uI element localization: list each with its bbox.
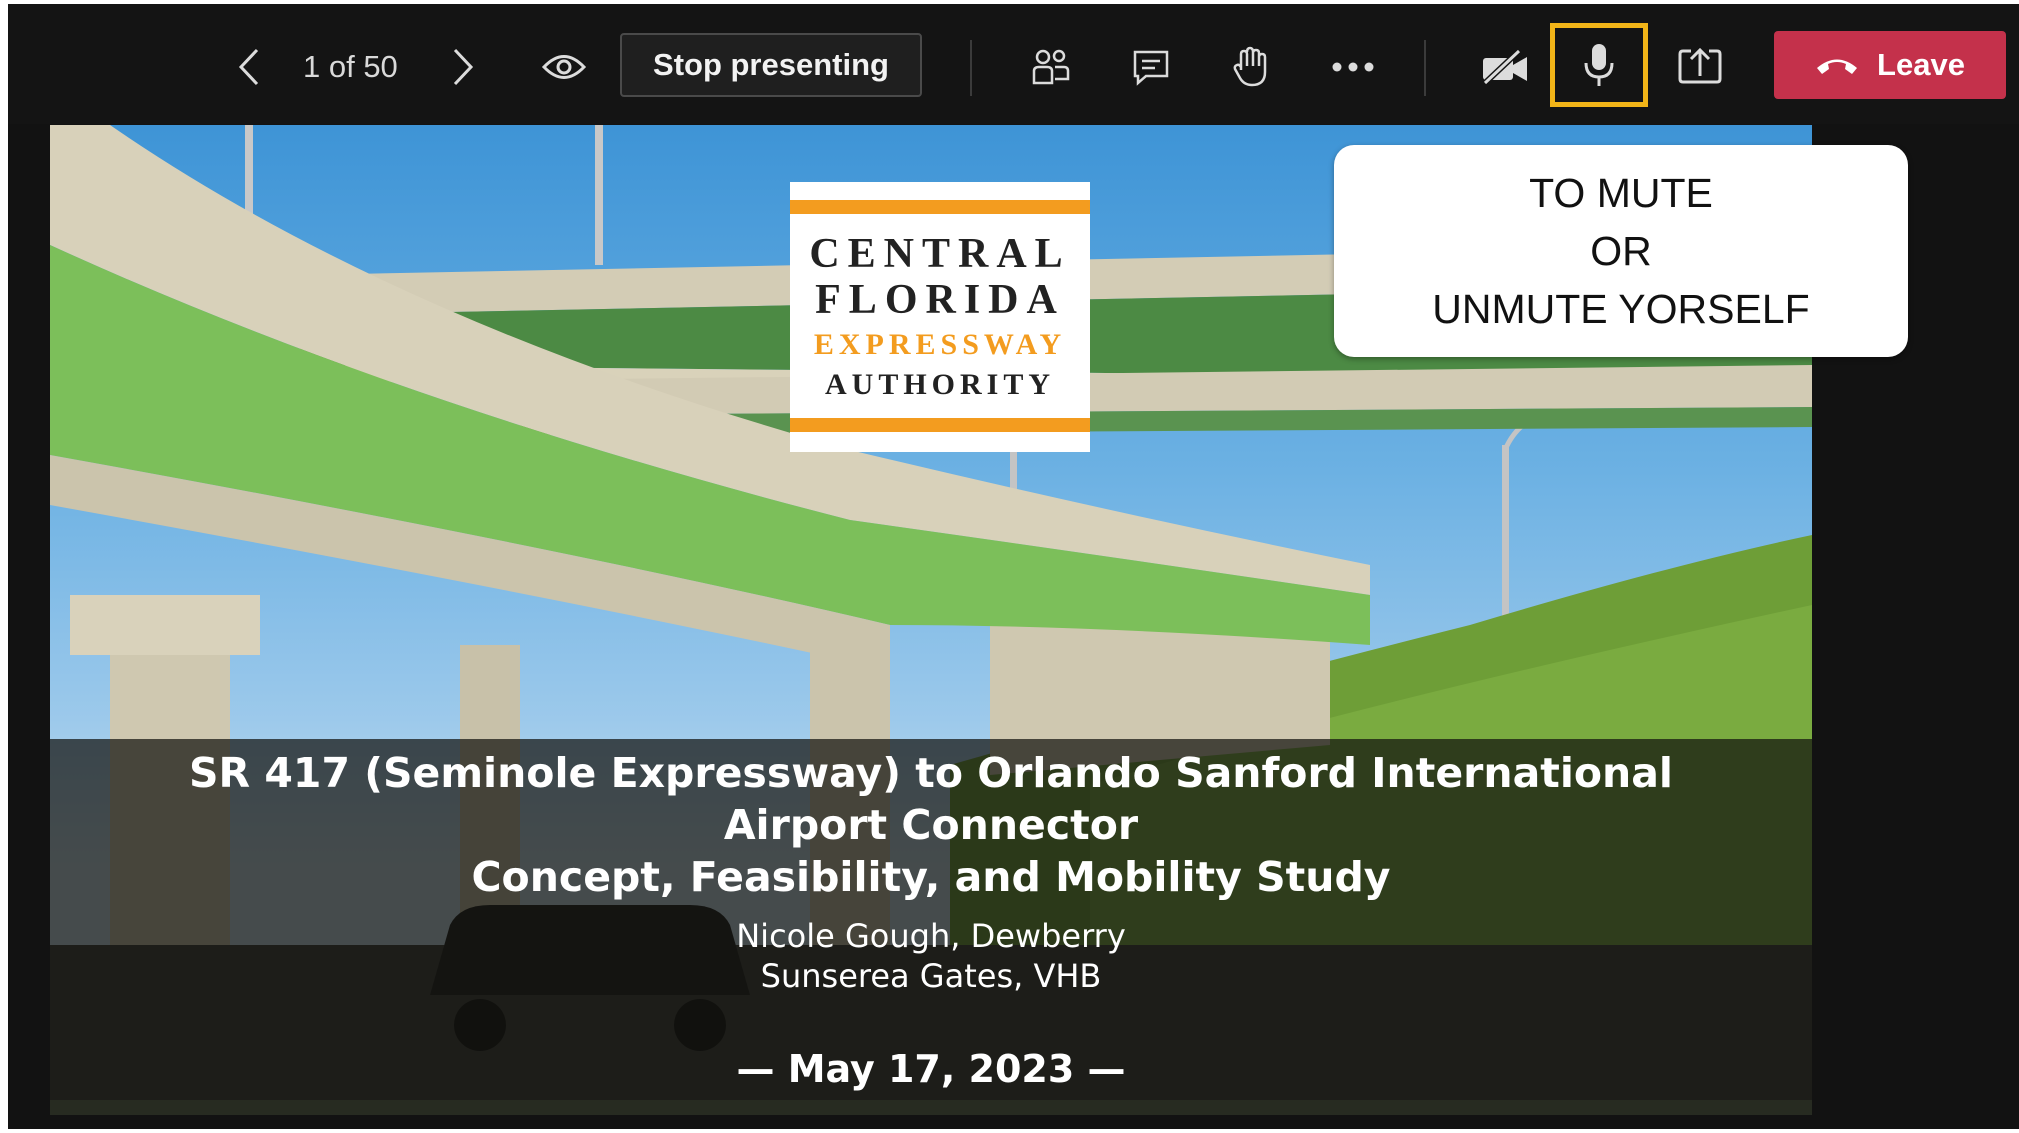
callout-line-2: OR (1590, 228, 1652, 274)
cfx-logo: CENTRAL FLORIDA EXPRESSWAY AUTHORITY (790, 182, 1090, 452)
slide-counter: 1 of 50 (303, 49, 398, 84)
logo-line-4: AUTHORITY (824, 368, 1056, 401)
raise-hand-button[interactable] (1226, 40, 1276, 92)
microphone-icon (1584, 44, 1614, 86)
logo-line-1: CENTRAL (809, 231, 1071, 277)
title-overlay: SR 417 (Seminole Expressway) to Orlando … (50, 739, 1812, 1115)
presenter-name-2: Sunserea Gates, VHB (760, 957, 1102, 995)
chevron-left-icon (238, 48, 259, 86)
share-tray-icon (1678, 47, 1722, 84)
microphone-toggle-button[interactable] (1570, 38, 1628, 92)
presentation-date: — May 17, 2023 — (736, 1047, 1126, 1091)
callout-line-1: TO MUTE (1529, 170, 1713, 216)
previous-slide-button[interactable] (226, 42, 272, 92)
camera-toggle-button[interactable] (1476, 42, 1534, 92)
leave-label: Leave (1877, 47, 1965, 82)
teams-meeting-window: 1 of 50 Stop presenting Leave CENTRAL FL… (8, 4, 2019, 1129)
slide-title-line-2: Airport Connector (723, 801, 1139, 849)
eye-icon (542, 55, 586, 79)
slide-title-line-3: Concept, Feasibility, and Mobility Study (471, 853, 1391, 901)
people-icon (1032, 49, 1070, 85)
mute-instruction-callout: TO MUTE OR UNMUTE YORSELF (1334, 145, 1908, 357)
logo-stripe (790, 200, 1090, 214)
more-icon (1332, 62, 1374, 72)
presenter-toolbar: 1 of 50 Stop presenting Leave (8, 4, 2019, 124)
presenter-name-1: Nicole Gough, Dewberry (736, 917, 1126, 955)
share-content-button[interactable] (1672, 40, 1728, 92)
stop-presenting-button[interactable]: Stop presenting (620, 33, 922, 97)
toolbar-divider (970, 40, 972, 96)
toolbar-divider (1424, 40, 1426, 96)
more-options-button[interactable] (1326, 42, 1380, 92)
phone-hangup-icon (1817, 59, 1858, 74)
camera-off-icon (1482, 49, 1527, 85)
next-slide-button[interactable] (440, 42, 486, 92)
chat-button[interactable] (1126, 42, 1176, 92)
callout-line-3: UNMUTE YORSELF (1432, 286, 1810, 332)
slide-title-line-1: SR 417 (Seminole Expressway) to Orlando … (189, 749, 1673, 797)
logo-line-3: EXPRESSWAY (813, 328, 1067, 361)
participants-button[interactable] (1026, 42, 1076, 92)
raise-hand-icon (1233, 46, 1267, 87)
logo-line-2: FLORIDA (815, 277, 1065, 323)
private-view-button[interactable] (534, 42, 594, 92)
logo-stripe (790, 418, 1090, 432)
chevron-right-icon (453, 48, 474, 86)
chat-icon (1133, 50, 1169, 86)
leave-button[interactable]: Leave (1774, 31, 2006, 99)
